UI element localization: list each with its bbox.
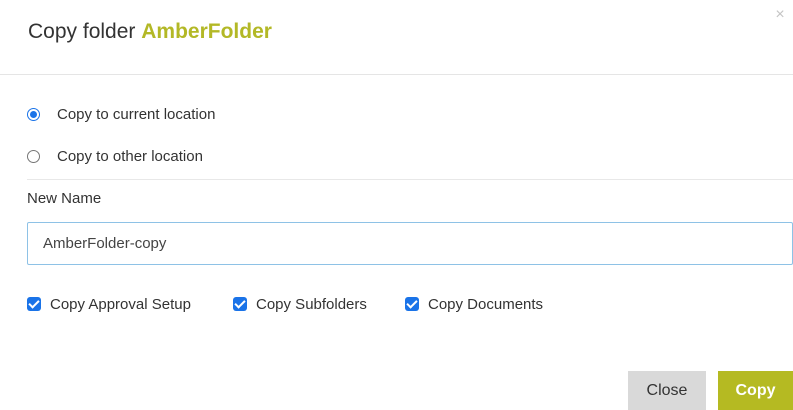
copy-subfolders-checkbox[interactable] xyxy=(233,297,247,311)
dialog-header: Copy folder AmberFolder × xyxy=(0,0,793,75)
copy-current-location-radio[interactable] xyxy=(27,107,40,121)
copy-current-location-label: Copy to current location xyxy=(57,105,216,123)
copy-subfolders-label: Copy Subfolders xyxy=(256,295,367,313)
copy-folder-dialog: Copy folder AmberFolder × Copy to curren… xyxy=(0,0,793,410)
title-prefix: Copy folder xyxy=(28,20,136,43)
copy-documents-checkbox[interactable] xyxy=(405,297,419,311)
copy-other-location-label: Copy to other location xyxy=(57,147,203,165)
new-name-input[interactable] xyxy=(27,222,793,265)
copy-documents-option[interactable]: Copy Documents xyxy=(405,294,543,314)
copy-other-location-radio[interactable] xyxy=(27,149,40,163)
new-name-label: New Name xyxy=(27,190,102,207)
copy-button[interactable]: Copy xyxy=(718,371,793,410)
close-button[interactable]: Close xyxy=(628,371,706,410)
copy-documents-label: Copy Documents xyxy=(428,295,544,313)
dialog-title: Copy folder AmberFolder xyxy=(28,19,272,45)
copy-subfolders-option[interactable]: Copy Subfolders xyxy=(233,294,367,314)
close-icon[interactable]: × xyxy=(773,7,787,23)
copy-other-location-option[interactable]: Copy to other location xyxy=(27,146,203,166)
copy-current-location-option[interactable]: Copy to current location xyxy=(27,104,215,124)
copy-approval-setup-checkbox[interactable] xyxy=(27,297,41,311)
copy-approval-setup-label: Copy Approval Setup xyxy=(50,295,191,313)
copy-approval-setup-option[interactable]: Copy Approval Setup xyxy=(27,294,191,314)
section-divider xyxy=(27,179,793,180)
folder-name: AmberFolder xyxy=(141,20,272,43)
